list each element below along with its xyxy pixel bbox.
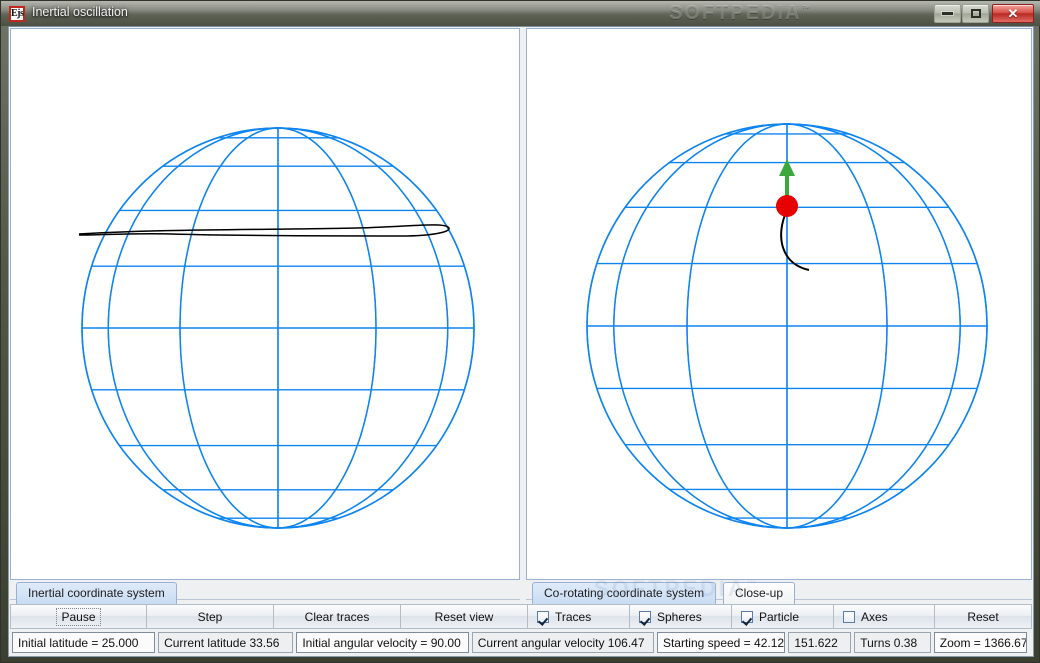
- watermark-brand-text: SOFTPEDIA: [669, 2, 802, 24]
- spheres-checkbox[interactable]: Spheres: [630, 604, 732, 629]
- spheres-checkbox-box[interactable]: [639, 610, 651, 623]
- axes-checkbox-box[interactable]: [843, 610, 855, 623]
- tabs-row: Inertial coordinate system Co-rotating c…: [10, 580, 1032, 604]
- minimize-icon: [935, 5, 960, 22]
- left-tab-group: Inertial coordinate system: [10, 580, 520, 604]
- tab-corotating-coordinate-system[interactable]: Co-rotating coordinate system: [532, 582, 717, 604]
- ejs-app-icon: Ejs: [9, 6, 25, 22]
- starting-speed-value: Starting speed = 42.12: [662, 635, 785, 650]
- clear-traces-button[interactable]: Clear traces: [274, 604, 401, 629]
- softpedia-watermark-top: SOFTPEDIA™: [669, 2, 812, 25]
- window-title: Inertial oscillation: [32, 5, 128, 19]
- initial-latitude-field[interactable]: Initial latitude = 25.000: [12, 632, 156, 653]
- titlebar-gloss: [1, 1, 1040, 13]
- axes-checkbox[interactable]: Axes: [834, 604, 935, 629]
- inertial-globe-canvas[interactable]: [11, 29, 519, 579]
- clear-traces-button-label: Clear traces: [304, 609, 370, 624]
- split-pane-container: [10, 28, 1032, 580]
- client-area: Inertial coordinate system Co-rotating c…: [8, 26, 1034, 657]
- reset-view-button-label: Reset view: [434, 609, 494, 624]
- maximize-icon: [963, 5, 988, 22]
- tab-close-up[interactable]: Close-up: [723, 582, 796, 604]
- right-tab-group: Co-rotating coordinate system Close-up: [526, 580, 1032, 604]
- controls-row: Pause Step Clear traces Reset view Trace…: [10, 604, 1032, 629]
- current-angular-velocity-field: Current angular velocity 106.47: [471, 632, 654, 653]
- tab-inertial-coordinate-system[interactable]: Inertial coordinate system: [16, 582, 177, 604]
- distance-value: 151.622: [794, 635, 838, 650]
- distance-field: 151.622: [788, 632, 852, 653]
- step-button[interactable]: Step: [147, 604, 274, 629]
- zoom-field[interactable]: Zoom = 1366.67: [933, 632, 1027, 653]
- axes-checkbox-label: Axes: [861, 609, 888, 624]
- particle-checkbox[interactable]: Particle: [732, 604, 834, 629]
- spheres-checkbox-label: Spheres: [657, 609, 702, 624]
- current-latitude-value: Current latitude 33.56: [164, 635, 280, 650]
- current-latitude-field: Current latitude 33.56: [158, 632, 294, 653]
- starting-speed-field[interactable]: Starting speed = 42.12: [656, 632, 786, 653]
- pause-button[interactable]: Pause: [10, 604, 147, 629]
- current-angular-velocity-value: Current angular velocity 106.47: [477, 635, 645, 650]
- turns-value: Turns 0.38: [860, 635, 918, 650]
- step-button-label: Step: [197, 609, 223, 624]
- particle-checkbox-box[interactable]: [741, 610, 753, 623]
- reset-view-button[interactable]: Reset view: [401, 604, 528, 629]
- initial-angular-velocity-field[interactable]: Initial angular velocity = 90.00: [296, 632, 469, 653]
- traces-checkbox[interactable]: Traces: [528, 604, 630, 629]
- traces-checkbox-label: Traces: [555, 609, 592, 624]
- initial-latitude-value: Initial latitude = 25.000: [18, 635, 139, 650]
- title-bar[interactable]: Ejs Inertial oscillation SOFTPEDIA™ ✕: [1, 1, 1040, 26]
- turns-field: Turns 0.38: [854, 632, 931, 653]
- initial-angular-velocity-value: Initial angular velocity = 90.00: [302, 635, 461, 650]
- reset-button[interactable]: Reset: [935, 604, 1032, 629]
- particle-checkbox-label: Particle: [759, 609, 800, 624]
- corotating-globe-canvas[interactable]: [527, 29, 1031, 579]
- minimize-button[interactable]: [934, 4, 961, 23]
- close-icon: ✕: [1007, 5, 1019, 21]
- zoom-value: Zoom = 1366.67: [939, 635, 1027, 650]
- reset-button-label: Reset: [967, 609, 999, 624]
- close-button[interactable]: ✕: [992, 4, 1034, 23]
- traces-checkbox-box[interactable]: [537, 610, 549, 623]
- watermark-trademark: ™: [801, 3, 813, 14]
- application-window: Ejs Inertial oscillation SOFTPEDIA™ ✕ In…: [0, 0, 1040, 663]
- inertial-view-panel[interactable]: [10, 28, 520, 580]
- pause-button-label: Pause: [56, 607, 101, 626]
- corotating-view-panel[interactable]: [526, 28, 1032, 580]
- status-bar: Initial latitude = 25.000 Current latitu…: [10, 629, 1032, 656]
- maximize-button[interactable]: [962, 4, 989, 23]
